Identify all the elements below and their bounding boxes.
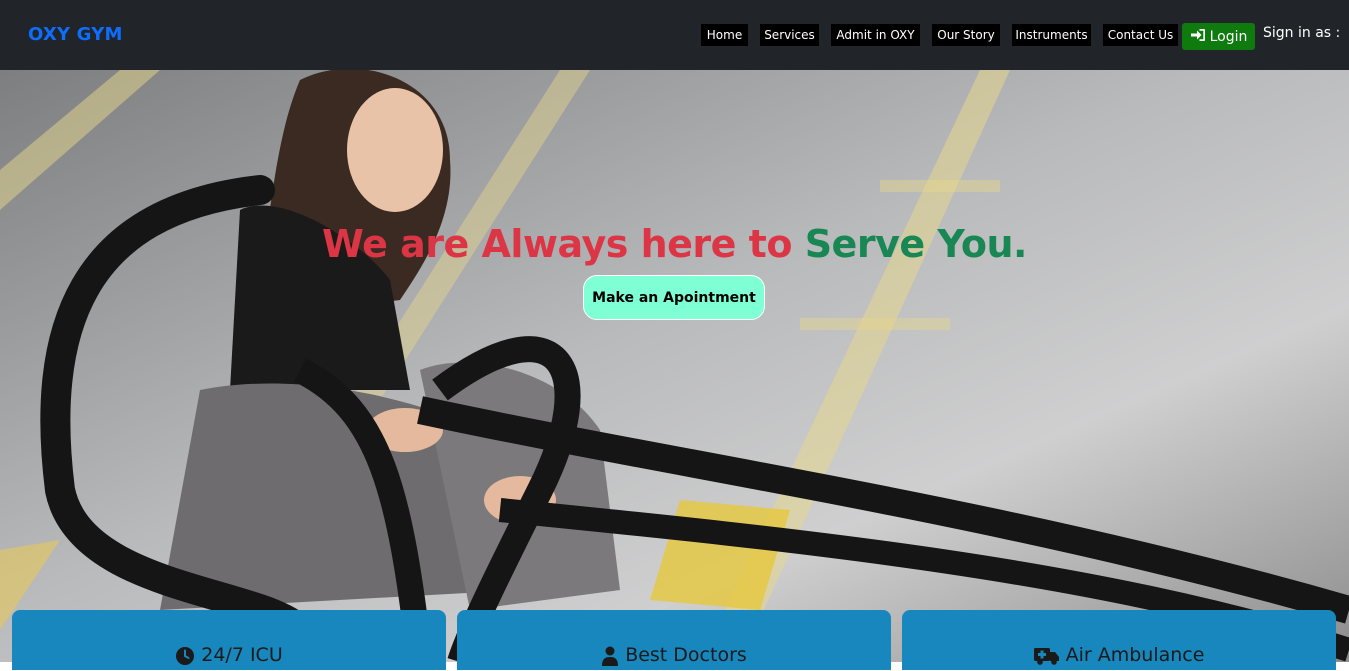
nav-home[interactable]: Home: [701, 24, 748, 46]
feature-card-doctors[interactable]: Best Doctors: [457, 610, 891, 670]
hero-background-image: [0, 70, 1349, 662]
feature-card-label: 24/7 ICU: [201, 644, 283, 666]
feature-card-icu[interactable]: 24/7 ICU: [12, 610, 446, 670]
sign-in-as-label: Sign in as :: [1263, 25, 1341, 41]
login-button[interactable]: Login: [1182, 23, 1255, 50]
hero-title-part1: We are Always here to: [322, 222, 792, 266]
hero-section: We are Always here to Serve You. Make an…: [0, 70, 1349, 662]
nav-our-story[interactable]: Our Story: [932, 24, 1000, 46]
ambulance-icon: [1033, 644, 1060, 671]
top-navbar: OXY GYM Home Services Admit in OXY Our S…: [0, 0, 1349, 70]
nav-instruments[interactable]: Instruments: [1012, 24, 1091, 46]
nav-admit[interactable]: Admit in OXY: [831, 24, 920, 46]
make-appointment-button[interactable]: Make an Apointment: [583, 275, 765, 320]
sign-in-icon: [1190, 28, 1206, 46]
feature-card-ambulance[interactable]: Air Ambulance: [902, 610, 1336, 670]
clock-icon: [175, 644, 195, 671]
brand-logo[interactable]: OXY GYM: [28, 24, 123, 45]
feature-card-label: Air Ambulance: [1065, 644, 1205, 666]
login-label: Login: [1209, 28, 1248, 45]
user-doctor-icon: [601, 644, 619, 671]
hero-title: We are Always here to Serve You.: [0, 222, 1349, 266]
nav-services[interactable]: Services: [760, 24, 819, 46]
hero-title-part2: Serve You.: [804, 222, 1028, 266]
feature-card-label: Best Doctors: [625, 644, 747, 666]
nav-contact-us[interactable]: Contact Us: [1103, 24, 1178, 46]
